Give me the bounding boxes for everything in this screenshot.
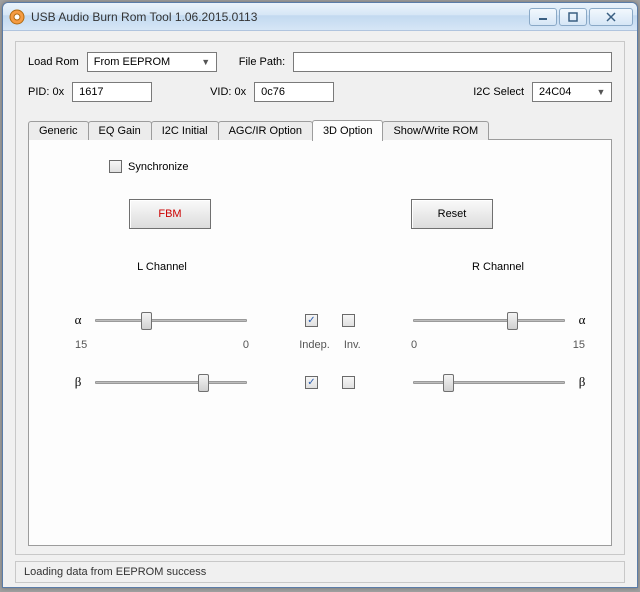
i2c-select-value: 24C04: [539, 86, 571, 98]
close-button[interactable]: [589, 8, 633, 26]
chevron-down-icon: ▼: [593, 87, 609, 97]
titlebar[interactable]: USB Audio Burn Rom Tool 1.06.2015.0113: [3, 3, 637, 31]
r-beta-label: β: [573, 374, 591, 390]
l-beta-slider[interactable]: [95, 372, 247, 392]
client-area: Load Rom From EEPROM ▼ File Path: PID: 0…: [3, 31, 637, 587]
i2c-select-label: I2C Select: [473, 86, 524, 98]
inv-label: Inv.: [344, 339, 361, 351]
reset-button[interactable]: Reset: [411, 199, 493, 229]
tab-show-write-rom[interactable]: Show/Write ROM: [382, 121, 489, 140]
r-alpha-label: α: [573, 312, 591, 328]
indep-alpha-checkbox[interactable]: ✓: [305, 314, 318, 327]
vid-value: 0c76: [261, 86, 285, 98]
r-channel-column: R Channel α 0 15: [405, 261, 591, 403]
tab-agc-ir-option[interactable]: AGC/IR Option: [218, 121, 313, 140]
indep-label: Indep.: [299, 339, 330, 351]
r-channel-header: R Channel: [405, 261, 591, 273]
file-path-input[interactable]: [293, 52, 612, 72]
minimize-button[interactable]: [529, 8, 557, 26]
app-window: USB Audio Burn Rom Tool 1.06.2015.0113 L…: [2, 2, 638, 588]
chevron-down-icon: ▼: [198, 57, 214, 67]
tab-3d-option[interactable]: 3D Option: [312, 120, 384, 141]
load-rom-combo[interactable]: From EEPROM ▼: [87, 52, 217, 72]
indep-beta-checkbox[interactable]: ✓: [305, 376, 318, 389]
fbm-button[interactable]: FBM: [129, 199, 211, 229]
checkbox-icon: [109, 160, 122, 173]
main-groupbox: Load Rom From EEPROM ▼ File Path: PID: 0…: [15, 41, 625, 555]
synchronize-checkbox[interactable]: Synchronize: [109, 160, 591, 173]
maximize-button[interactable]: [559, 8, 587, 26]
status-bar: Loading data from EEPROM success: [15, 561, 625, 583]
vid-label: VID: 0x: [210, 86, 246, 98]
inv-beta-checkbox[interactable]: [342, 376, 355, 389]
l-beta-label: β: [69, 374, 87, 390]
r-alpha-slider[interactable]: [413, 310, 565, 330]
pid-input[interactable]: 1617: [72, 82, 152, 102]
file-path-label: File Path:: [239, 56, 285, 68]
vid-input[interactable]: 0c76: [254, 82, 334, 102]
status-text: Loading data from EEPROM success: [24, 566, 206, 578]
r-scale-left: 0: [411, 339, 417, 351]
l-scale-right: 0: [243, 339, 249, 351]
tab-eq-gain[interactable]: EQ Gain: [88, 121, 152, 140]
r-scale-right: 15: [573, 339, 585, 351]
mid-column: ✓ Indep. Inv. ✓: [285, 261, 375, 403]
pid-value: 1617: [79, 86, 103, 98]
tab-panel-3d-option: Synchronize FBM Reset L Channel α: [28, 139, 612, 546]
window-title: USB Audio Burn Rom Tool 1.06.2015.0113: [31, 10, 529, 24]
tab-i2c-initial[interactable]: I2C Initial: [151, 121, 219, 140]
i2c-select-combo[interactable]: 24C04 ▼: [532, 82, 612, 102]
r-beta-slider[interactable]: [413, 372, 565, 392]
app-icon: [9, 9, 25, 25]
l-alpha-label: α: [69, 312, 87, 328]
l-scale-left: 15: [75, 339, 87, 351]
l-alpha-slider[interactable]: [95, 310, 247, 330]
inv-alpha-checkbox[interactable]: [342, 314, 355, 327]
l-channel-column: L Channel α 15 0 β: [69, 261, 255, 403]
load-rom-label: Load Rom: [28, 56, 79, 68]
tab-strip: Generic EQ Gain I2C Initial AGC/IR Optio…: [28, 118, 612, 140]
l-channel-header: L Channel: [69, 261, 255, 273]
synchronize-label: Synchronize: [128, 161, 189, 173]
load-rom-value: From EEPROM: [94, 56, 170, 68]
pid-label: PID: 0x: [28, 86, 64, 98]
tab-generic[interactable]: Generic: [28, 121, 89, 140]
